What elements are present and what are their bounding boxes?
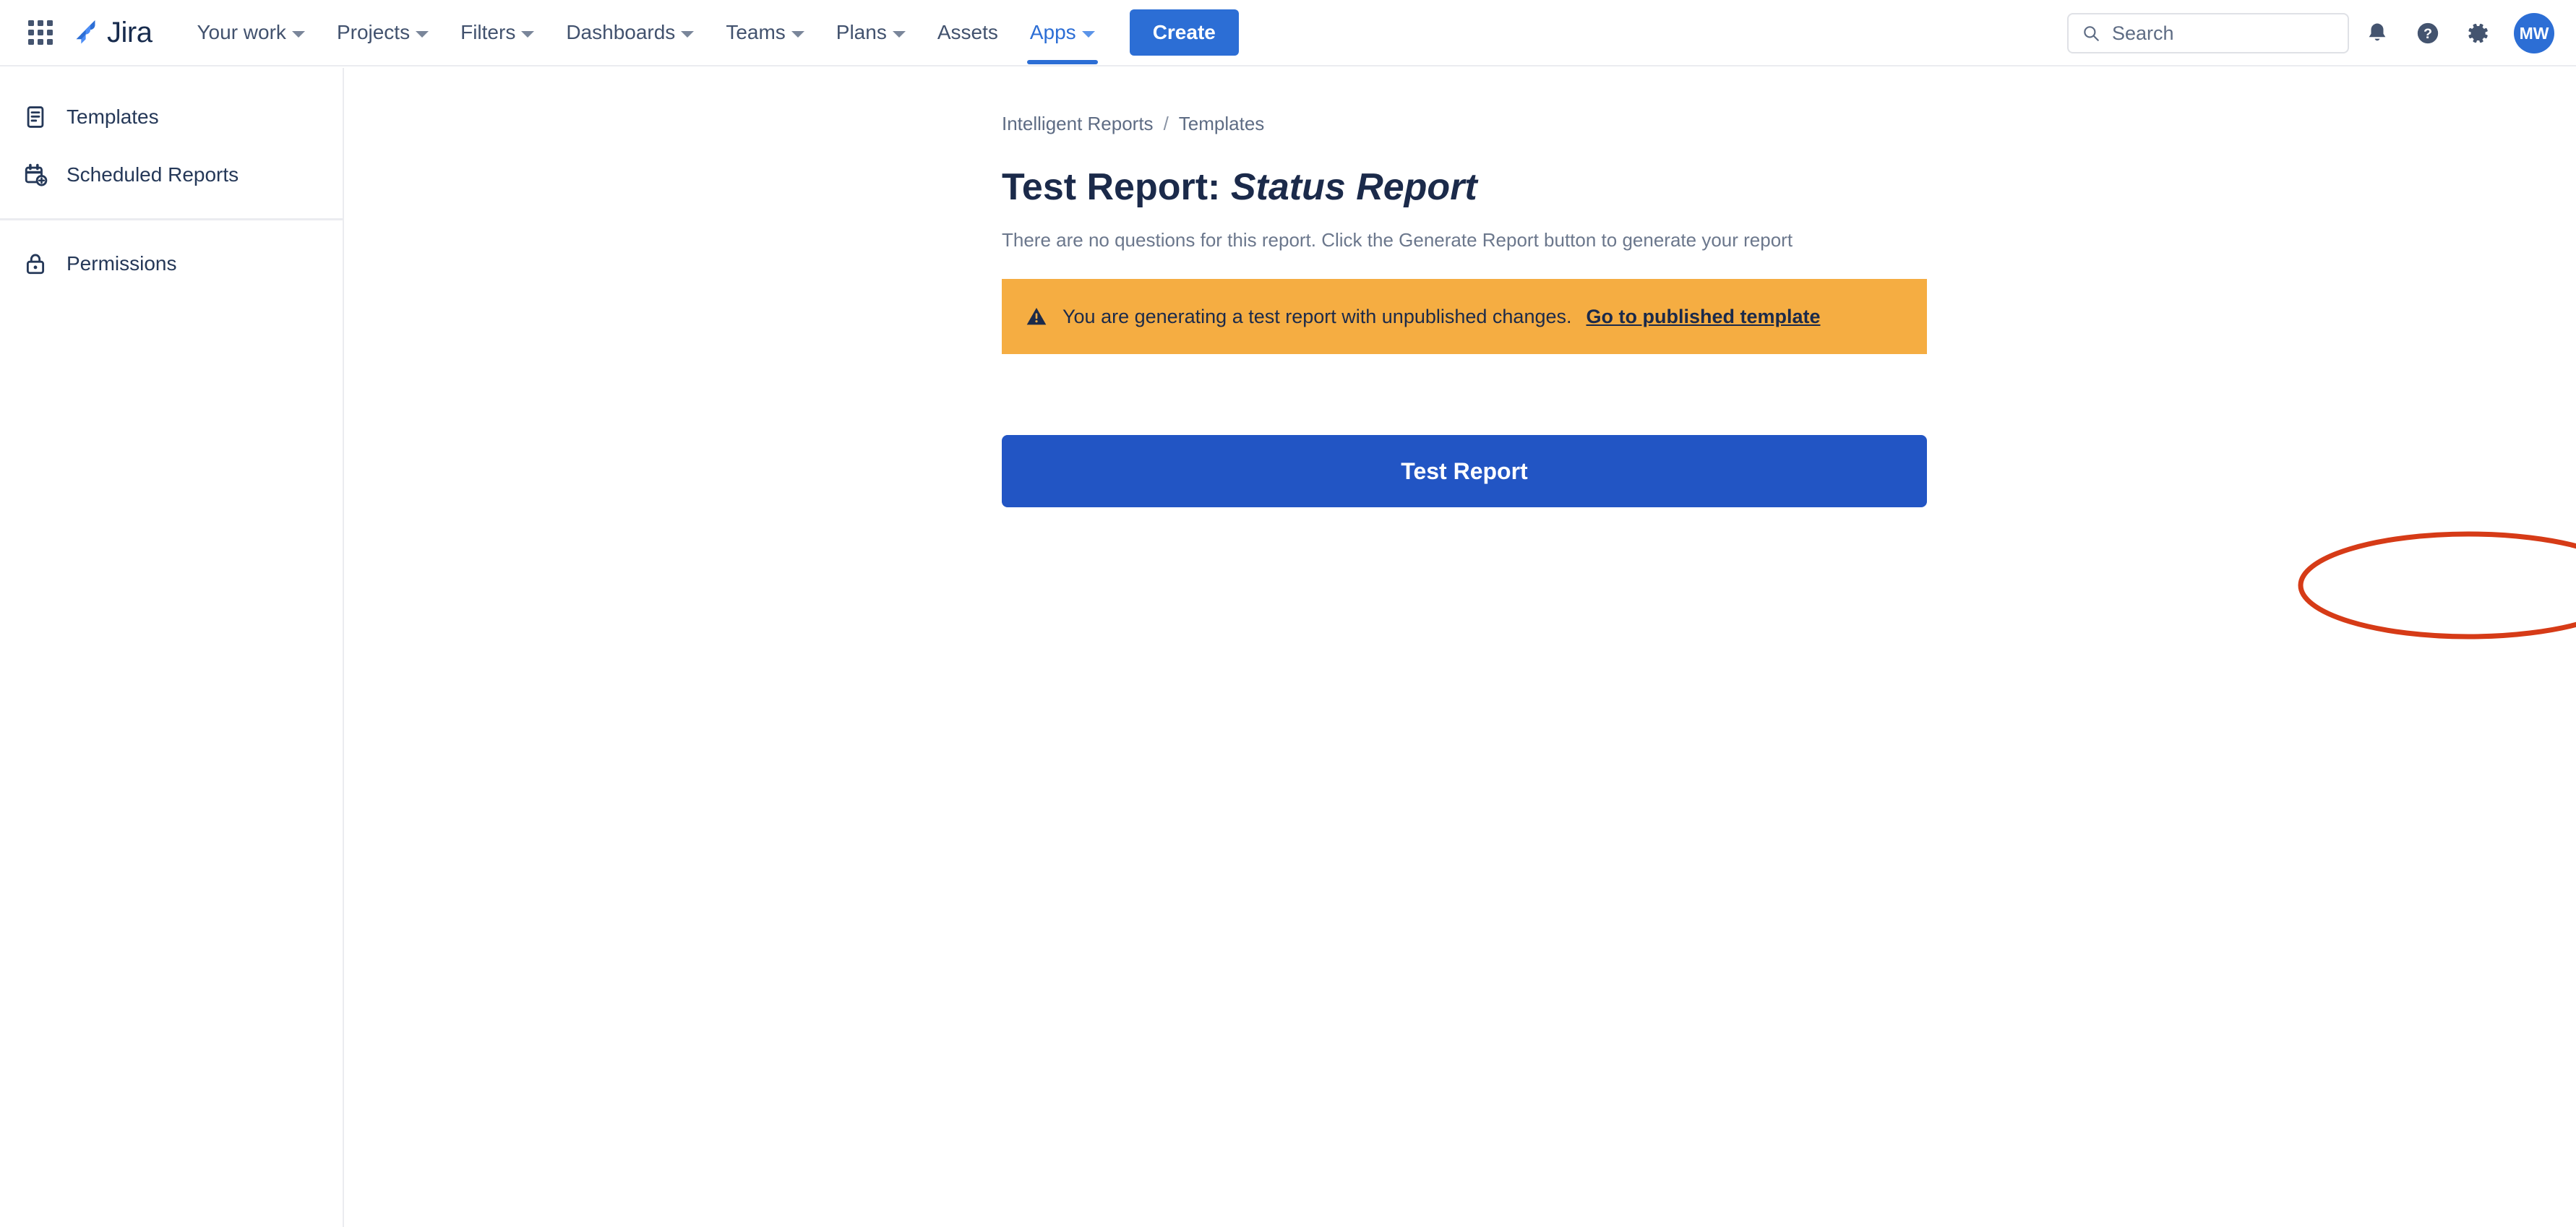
nav-menu: Your work Projects Filters Dashboards Te… bbox=[181, 0, 1239, 66]
chevron-down-icon bbox=[291, 30, 305, 38]
sidebar-item-label: Scheduled Reports bbox=[66, 163, 239, 186]
nav-item-your-work[interactable]: Your work bbox=[181, 0, 320, 66]
page-subtitle: There are no questions for this report. … bbox=[1002, 229, 1793, 251]
report-panel: Intelligent Reports / Templates Test Rep… bbox=[1002, 68, 2576, 640]
page-title-template-name: Status Report bbox=[1230, 166, 1477, 208]
sidebar-item-label: Permissions bbox=[66, 252, 177, 275]
sidebar-item-permissions[interactable]: Permissions bbox=[0, 235, 343, 293]
go-to-published-template-link[interactable]: Go to published template bbox=[1587, 306, 1821, 328]
calendar-plus-icon bbox=[25, 163, 48, 186]
nav-item-filters[interactable]: Filters bbox=[445, 0, 550, 66]
settings-button[interactable] bbox=[2456, 11, 2501, 56]
sidebar-item-templates[interactable]: Templates bbox=[0, 88, 343, 146]
warning-triangle-icon bbox=[1026, 308, 1047, 325]
breadcrumb-current-link[interactable]: Templates bbox=[1179, 113, 1265, 135]
nav-left-group: Jira Your work Projects Filters Dashboar… bbox=[0, 0, 1239, 66]
search-placeholder: Search bbox=[2112, 22, 2174, 44]
nav-item-plans[interactable]: Plans bbox=[820, 0, 922, 66]
main-content-area: Intelligent Reports / Templates Test Rep… bbox=[345, 68, 2576, 1227]
sidebar-item-label: Templates bbox=[66, 106, 159, 128]
sidebar-item-scheduled-reports[interactable]: Scheduled Reports bbox=[0, 146, 343, 204]
gear-icon bbox=[2468, 23, 2488, 43]
chevron-down-icon bbox=[791, 30, 804, 38]
banner-message: You are generating a test report with un… bbox=[1062, 305, 1572, 327]
bell-icon bbox=[2369, 23, 2386, 41]
create-button[interactable]: Create bbox=[1129, 9, 1239, 56]
svg-text:?: ? bbox=[2423, 26, 2432, 42]
top-navigation-bar: Jira Your work Projects Filters Dashboar… bbox=[0, 0, 2576, 66]
jira-home-link[interactable]: Jira bbox=[71, 16, 153, 49]
sidebar: Templates Scheduled Reports Permissions bbox=[0, 68, 344, 1227]
document-icon bbox=[27, 106, 44, 128]
nav-item-projects[interactable]: Projects bbox=[321, 0, 445, 66]
chevron-down-icon bbox=[1081, 30, 1095, 38]
grid-apps-icon bbox=[28, 20, 53, 45]
page-title: Test Report: Status Report bbox=[1002, 165, 1927, 209]
chevron-down-icon bbox=[521, 30, 535, 38]
breadcrumb-separator: / bbox=[1163, 113, 1169, 134]
app-switcher-button[interactable] bbox=[20, 12, 61, 53]
breadcrumb: Intelligent Reports / Templates bbox=[1002, 68, 1927, 135]
help-button[interactable]: ? bbox=[2405, 11, 2450, 56]
user-avatar[interactable]: MW bbox=[2514, 13, 2554, 53]
nav-item-label: Filters bbox=[460, 21, 516, 43]
chevron-down-icon bbox=[681, 30, 695, 38]
lock-icon bbox=[26, 254, 45, 275]
nav-item-label: Your work bbox=[197, 21, 286, 43]
chevron-down-icon bbox=[892, 30, 906, 38]
nav-item-label: Teams bbox=[726, 21, 786, 43]
annotation-ellipse bbox=[2298, 531, 2576, 640]
nav-item-teams[interactable]: Teams bbox=[710, 0, 820, 66]
nav-item-label: Dashboards bbox=[566, 21, 676, 43]
question-circle-icon: ? bbox=[2417, 22, 2439, 44]
nav-item-apps[interactable]: Apps bbox=[1014, 0, 1111, 66]
nav-item-label: Projects bbox=[336, 21, 411, 43]
search-icon bbox=[2084, 26, 2099, 41]
nav-item-label: Apps bbox=[1029, 21, 1076, 43]
sidebar-divider bbox=[0, 218, 343, 220]
nav-item-assets[interactable]: Assets bbox=[922, 0, 1014, 66]
breadcrumb-root-link[interactable]: Intelligent Reports bbox=[1002, 113, 1154, 135]
search-input[interactable]: Search bbox=[2067, 13, 2349, 53]
jira-wordmark: Jira bbox=[107, 16, 153, 48]
nav-item-label: Assets bbox=[937, 21, 998, 43]
chevron-down-icon bbox=[416, 30, 429, 38]
page-title-prefix: Test Report: bbox=[1002, 166, 1231, 208]
nav-item-label: Plans bbox=[836, 21, 887, 43]
nav-item-dashboards[interactable]: Dashboards bbox=[550, 0, 710, 66]
jira-logo-icon bbox=[76, 20, 95, 44]
nav-right-group: Search ? MW bbox=[2067, 0, 2576, 66]
unpublished-changes-banner: You are generating a test report with un… bbox=[1002, 279, 1927, 354]
notifications-button[interactable] bbox=[2355, 11, 2400, 56]
test-report-button[interactable]: Test Report bbox=[1002, 435, 1927, 507]
